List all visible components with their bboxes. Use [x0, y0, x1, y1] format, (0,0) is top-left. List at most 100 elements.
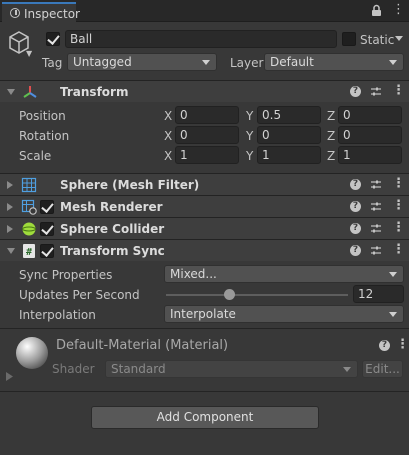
axis-z-label: Z	[327, 149, 336, 163]
layer-dropdown[interactable]: Default	[264, 53, 404, 71]
rotation-label: Rotation	[19, 129, 70, 143]
kebab-menu-icon[interactable]: ⋮	[392, 3, 405, 17]
sphere-collider-header[interactable]: Sphere Collider ? ⋮	[0, 217, 409, 239]
help-icon[interactable]: ?	[350, 179, 361, 190]
scale-z-field[interactable]: 1	[338, 146, 402, 164]
chevron-down-icon	[202, 60, 210, 65]
script-icon: #	[23, 244, 35, 258]
static-dropdown-caret-icon[interactable]	[395, 36, 403, 42]
tag-value: Untagged	[73, 55, 132, 69]
transform-title: Transform	[60, 85, 129, 99]
rotation-z-field[interactable]: 0	[338, 126, 402, 144]
interpolation-dropdown[interactable]: Interpolate	[164, 305, 404, 323]
foldout-arrow-icon[interactable]	[7, 248, 15, 254]
updates-per-second-field[interactable]: 12	[353, 285, 404, 303]
rotation-x-field[interactable]: 0	[175, 126, 239, 144]
sphere-collider-icon	[22, 222, 36, 236]
kebab-menu-icon[interactable]: ⋮	[392, 243, 405, 257]
position-label: Position	[19, 109, 66, 123]
kebab-menu-icon[interactable]: ⋮	[392, 199, 405, 213]
section-divider	[0, 328, 409, 329]
preset-sliders-icon[interactable]	[370, 179, 382, 191]
axis-z-label: Z	[327, 109, 336, 123]
position-y-field[interactable]: 0.5	[257, 106, 321, 124]
scale-x-field[interactable]: 1	[175, 146, 239, 164]
position-z-field[interactable]: 0	[338, 106, 402, 124]
transform-header[interactable]: Transform ? ⋮	[0, 80, 409, 102]
scale-y-field[interactable]: 1	[257, 146, 321, 164]
mesh-renderer-title: Mesh Renderer	[60, 200, 163, 214]
material-preview-sphere	[16, 337, 48, 369]
chevron-down-icon	[389, 60, 397, 65]
shader-value: Standard	[111, 362, 166, 376]
mesh-renderer-enabled-checkbox[interactable]	[40, 200, 54, 214]
chevron-down-icon	[343, 367, 351, 372]
axis-y-label: Y	[246, 129, 254, 143]
help-icon[interactable]: ?	[350, 86, 361, 97]
section-divider	[0, 391, 409, 392]
foldout-arrow-icon[interactable]	[7, 181, 13, 189]
help-icon[interactable]: ?	[350, 245, 361, 256]
mesh-filter-header[interactable]: Sphere (Mesh Filter) ? ⋮	[0, 173, 409, 195]
preset-sliders-icon[interactable]	[370, 223, 382, 235]
help-icon[interactable]: ?	[350, 201, 361, 212]
kebab-menu-icon[interactable]: ⋮	[392, 221, 405, 235]
static-label: Static	[360, 33, 395, 47]
material-foldout-arrow-icon[interactable]	[6, 372, 13, 381]
svg-text:#: #	[26, 247, 32, 258]
icon-dropdown-caret-icon[interactable]: ▼	[26, 49, 32, 58]
static-checkbox[interactable]	[342, 32, 356, 46]
transform-sync-header[interactable]: # Transform Sync ? ⋮	[0, 239, 409, 261]
foldout-arrow-icon[interactable]	[7, 203, 13, 211]
kebab-menu-icon[interactable]: ⋮	[392, 177, 405, 191]
axis-y-label: Y	[246, 149, 254, 163]
updates-per-second-label: Updates Per Second	[19, 288, 140, 302]
foldout-arrow-icon[interactable]	[7, 89, 15, 95]
updates-slider-thumb[interactable]	[224, 289, 236, 300]
axis-x-label: X	[164, 109, 173, 123]
kebab-menu-icon[interactable]: ⋮	[392, 84, 405, 98]
layer-label: Layer	[230, 56, 264, 70]
active-checkbox[interactable]	[46, 32, 60, 46]
tab-inspector[interactable]: Inspector	[2, 2, 80, 22]
add-component-button[interactable]: Add Component	[91, 406, 319, 429]
axis-z-label: Z	[327, 129, 336, 143]
shader-dropdown[interactable]: Standard	[105, 360, 358, 378]
scale-label: Scale	[19, 149, 52, 163]
tab-label: Inspector	[24, 7, 80, 21]
axis-x-label: X	[164, 129, 173, 143]
axis-y-label: Y	[246, 109, 254, 123]
material-title: Default-Material (Material)	[56, 338, 229, 353]
lock-icon[interactable]	[371, 4, 382, 17]
foldout-arrow-icon[interactable]	[7, 225, 13, 233]
sync-properties-value: Mixed...	[170, 267, 217, 281]
shader-edit-button[interactable]: Edit...	[362, 360, 403, 378]
preset-sliders-icon[interactable]	[370, 86, 382, 98]
help-icon[interactable]: ?	[379, 340, 390, 351]
position-x-field[interactable]: 0	[175, 106, 239, 124]
tag-label: Tag	[42, 56, 63, 70]
mesh-filter-title: Sphere (Mesh Filter)	[60, 178, 200, 192]
sync-properties-label: Sync Properties	[19, 268, 113, 282]
chevron-down-icon	[389, 312, 397, 317]
rotation-y-field[interactable]: 0	[257, 126, 321, 144]
object-name-field[interactable]: Ball	[65, 30, 337, 48]
sphere-collider-title: Sphere Collider	[60, 222, 165, 236]
tag-dropdown[interactable]: Untagged	[67, 53, 217, 71]
updates-slider-track[interactable]	[166, 294, 348, 296]
mesh-renderer-header[interactable]: Mesh Renderer ? ⋮	[0, 195, 409, 217]
transform-sync-enabled-checkbox[interactable]	[40, 244, 54, 258]
preset-sliders-icon[interactable]	[370, 201, 382, 213]
mesh-grid-icon	[21, 177, 37, 193]
sync-properties-dropdown[interactable]: Mixed...	[164, 265, 404, 283]
chevron-down-icon	[389, 272, 397, 277]
layer-value: Default	[270, 55, 314, 69]
preset-sliders-icon[interactable]	[370, 245, 382, 257]
kebab-menu-icon[interactable]: ⋮	[396, 338, 409, 352]
sphere-collider-enabled-checkbox[interactable]	[40, 222, 54, 236]
mesh-renderer-icon	[21, 199, 37, 215]
help-icon[interactable]: ?	[350, 223, 361, 234]
interpolation-label: Interpolation	[19, 308, 96, 322]
transform-icon	[23, 86, 37, 98]
shader-label: Shader	[52, 362, 95, 376]
